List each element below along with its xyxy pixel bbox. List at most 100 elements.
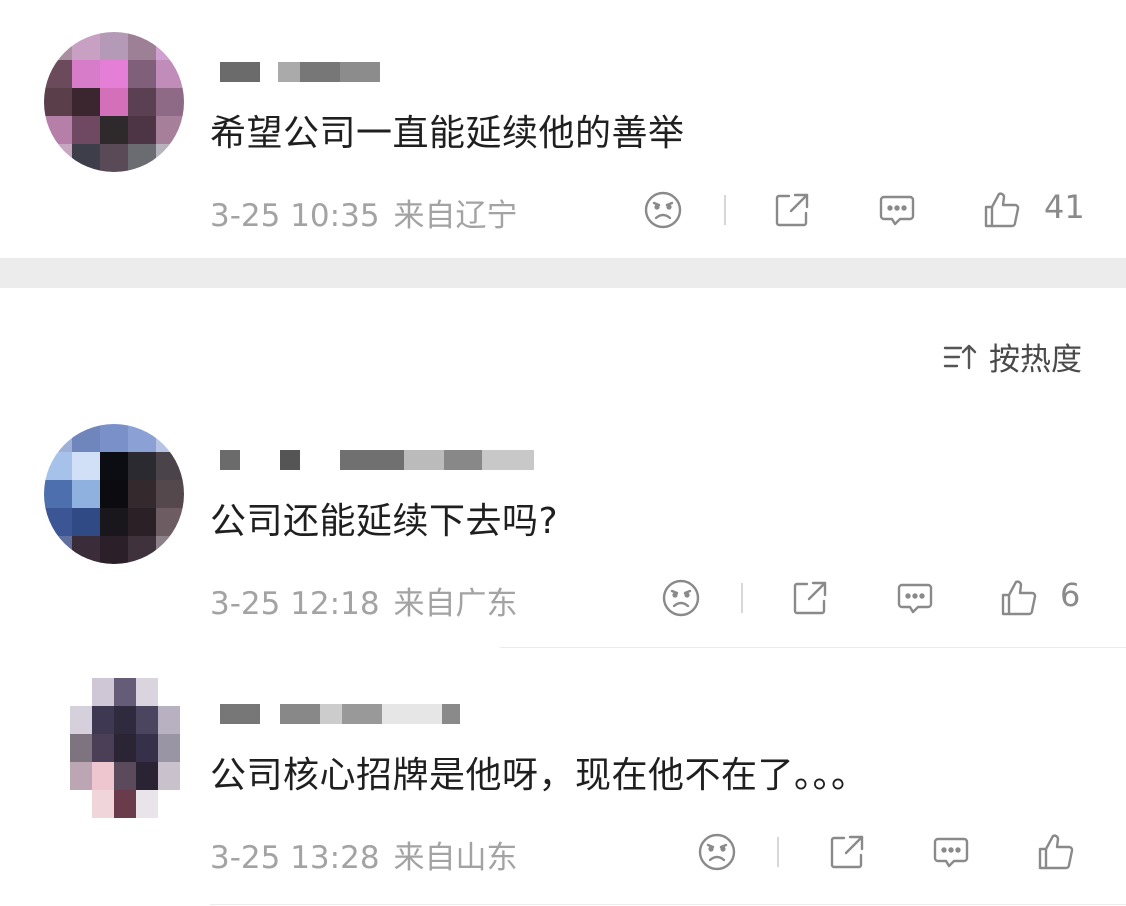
like-count: 6	[1060, 576, 1081, 614]
avatar-pixel	[72, 60, 100, 88]
sort-by-hot-button[interactable]: 按热度	[943, 334, 1082, 379]
avatar-pixel	[136, 678, 158, 706]
avatar-pixel	[72, 480, 100, 508]
avatar-pixel	[72, 508, 100, 536]
share-button[interactable]	[770, 186, 814, 234]
dislike-button[interactable]	[659, 574, 703, 622]
like-button[interactable]	[997, 574, 1041, 622]
avatar-pixel	[156, 60, 184, 88]
avatar-pixel	[70, 706, 92, 734]
like-button[interactable]	[1034, 828, 1078, 876]
avatar-pixel	[100, 536, 128, 564]
avatar[interactable]	[44, 32, 184, 172]
avatar-pixel	[128, 32, 156, 60]
avatar-pixel	[156, 424, 184, 452]
avatar-pixel	[44, 116, 72, 144]
thumbs-up-icon	[984, 192, 1020, 228]
share-icon	[830, 835, 864, 869]
avatar-pixel	[114, 790, 136, 818]
avatar-pixel	[136, 762, 158, 790]
chat-bubble-icon	[933, 837, 969, 868]
avatar-pixel	[70, 678, 92, 706]
avatar-pixel	[100, 508, 128, 536]
username-redacted[interactable]	[220, 704, 460, 724]
comment-2: 公司还能延续下去吗? 3-25 12:18 来自广东 6	[0, 410, 1126, 648]
avatar-pixel	[158, 734, 180, 762]
avatar-pixel	[44, 60, 72, 88]
dislike-button[interactable]	[695, 828, 739, 876]
thumbs-up-icon	[1001, 580, 1037, 616]
avatar-pixel	[128, 88, 156, 116]
avatar-pixel	[44, 508, 72, 536]
section-separator	[0, 258, 1126, 288]
share-button[interactable]	[825, 828, 869, 876]
action-divider	[724, 195, 726, 225]
avatar-pixel	[100, 452, 128, 480]
comments-page: 希望公司一直能延续他的善举 3-25 10:35 来自辽宁 41 按热度 公司还…	[0, 0, 1126, 906]
avatar-pixel	[92, 734, 114, 762]
action-divider	[741, 583, 743, 613]
avatar[interactable]	[44, 424, 184, 564]
reply-button[interactable]	[929, 828, 973, 876]
comment-text: 公司还能延续下去吗?	[210, 501, 559, 542]
avatar-pixel	[100, 424, 128, 452]
avatar-pixel	[158, 790, 180, 818]
thumbs-up-icon	[1038, 834, 1074, 870]
avatar-pixel	[114, 762, 136, 790]
avatar-pixel	[72, 424, 100, 452]
avatar-pixel	[128, 116, 156, 144]
sort-icon	[943, 344, 977, 369]
avatar[interactable]	[70, 678, 180, 818]
avatar-pixel	[158, 678, 180, 706]
avatar-pixel	[72, 536, 100, 564]
avatar-pixel	[128, 536, 156, 564]
avatar-pixel	[128, 60, 156, 88]
avatar-pixel	[92, 706, 114, 734]
avatar-pixel	[100, 144, 128, 172]
avatar-pixel	[128, 424, 156, 452]
share-button[interactable]	[788, 574, 832, 622]
avatar-pixel	[72, 144, 100, 172]
avatar-pixel	[44, 536, 72, 564]
avatar-pixel	[114, 706, 136, 734]
avatar-pixel	[44, 144, 72, 172]
action-divider	[777, 837, 779, 867]
comment-actions: 41	[0, 186, 1126, 234]
comment-actions	[0, 828, 1126, 876]
comment-actions: 6	[0, 574, 1126, 622]
comment-text: 公司核心招牌是他呀，现在他不在了。。。	[210, 755, 868, 796]
avatar-pixel	[136, 734, 158, 762]
like-count: 41	[1044, 188, 1085, 226]
frown-face-icon	[662, 579, 700, 617]
dislike-button[interactable]	[641, 186, 685, 234]
avatar-pixel	[72, 32, 100, 60]
avatar-pixel	[100, 60, 128, 88]
frown-face-icon	[698, 833, 736, 871]
avatar-pixel	[158, 762, 180, 790]
avatar-pixel	[156, 508, 184, 536]
avatar-pixel	[92, 678, 114, 706]
avatar-pixel	[156, 144, 184, 172]
like-button[interactable]	[980, 186, 1024, 234]
chat-bubble-icon	[879, 195, 915, 226]
username-redacted[interactable]	[220, 62, 380, 82]
share-icon	[775, 193, 809, 227]
avatar-pixel	[128, 144, 156, 172]
reply-button[interactable]	[875, 186, 919, 234]
comment-divider	[210, 904, 1126, 905]
username-redacted[interactable]	[220, 450, 534, 470]
avatar-pixel	[44, 88, 72, 116]
avatar-pixel	[72, 116, 100, 144]
comment-text: 希望公司一直能延续他的善举	[210, 113, 685, 154]
avatar-pixel	[44, 480, 72, 508]
reply-button[interactable]	[893, 574, 937, 622]
avatar-pixel	[156, 536, 184, 564]
avatar-pixel	[44, 452, 72, 480]
frown-face-icon	[644, 191, 682, 229]
avatar-pixel	[72, 88, 100, 116]
avatar-pixel	[72, 452, 100, 480]
avatar-pixel	[92, 790, 114, 818]
avatar-pixel	[114, 734, 136, 762]
avatar-pixel	[44, 32, 72, 60]
avatar-pixel	[100, 116, 128, 144]
